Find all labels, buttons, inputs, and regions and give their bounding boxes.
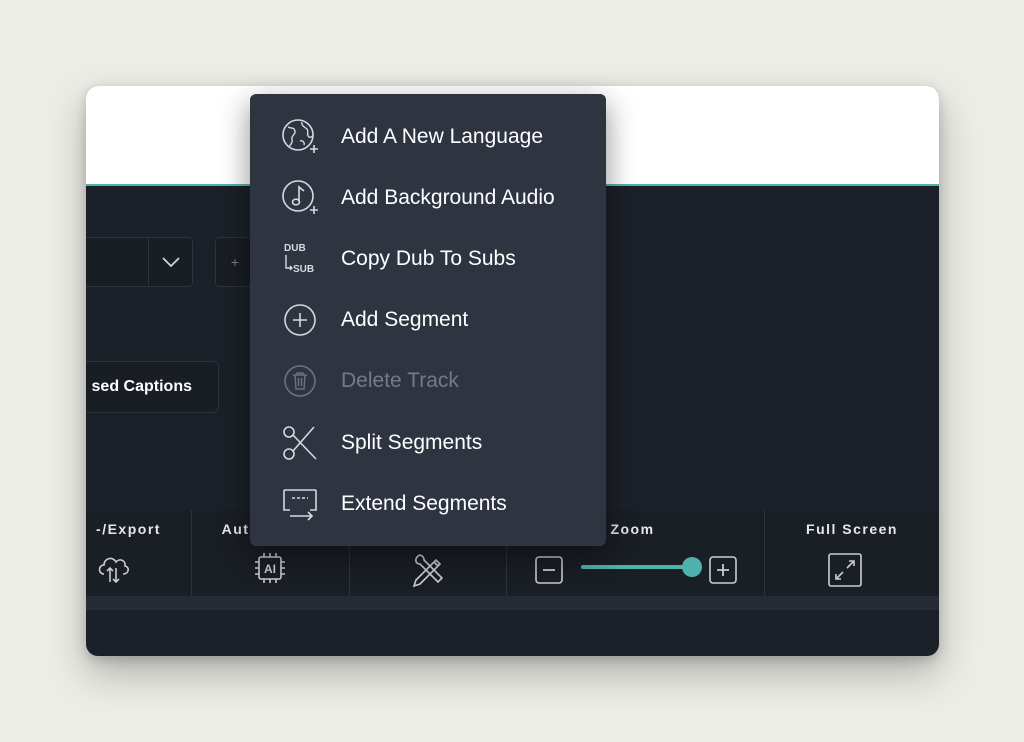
extend-segments-icon xyxy=(280,484,320,524)
zoom-out-icon[interactable] xyxy=(535,556,563,589)
closed-captions-label: sed Captions xyxy=(91,378,192,395)
pencil-wrench-icon xyxy=(410,550,448,593)
zoom-slider-handle[interactable] xyxy=(682,557,702,577)
music-note-plus-icon xyxy=(280,178,320,218)
sub-icon-text: SUB xyxy=(293,264,314,275)
menu-item-copy-dub-to-subs[interactable]: DUB SUB Copy Dub To Subs xyxy=(250,228,606,289)
language-dropdown[interactable] xyxy=(86,237,193,287)
dub-icon-text: DUB xyxy=(284,243,306,254)
chevron-down-icon[interactable] xyxy=(148,238,193,286)
menu-item-delete-track: Delete Track xyxy=(250,350,606,411)
menu-item-add-segment[interactable]: Add Segment xyxy=(250,289,606,350)
menu-item-split-segments[interactable]: Split Segments xyxy=(250,412,606,473)
zoom-in-icon[interactable] xyxy=(709,556,737,589)
globe-plus-icon xyxy=(280,117,320,157)
menu-label: Add Background Audio xyxy=(341,186,555,209)
ai-chip-text: AI xyxy=(264,562,276,576)
menu-label: Delete Track xyxy=(341,369,459,392)
menu-item-extend-segments[interactable]: Extend Segments xyxy=(250,473,606,534)
trash-icon xyxy=(280,361,320,401)
menu-item-add-new-language[interactable]: Add A New Language xyxy=(250,106,606,167)
menu-label: Add A New Language xyxy=(341,125,544,148)
menu-label: Copy Dub To Subs xyxy=(341,247,516,270)
scissors-icon xyxy=(280,423,320,463)
zoom-slider-track[interactable] xyxy=(581,565,692,569)
menu-label: Extend Segments xyxy=(341,492,507,515)
menu-item-add-background-audio[interactable]: Add Background Audio xyxy=(250,167,606,228)
add-track-plus-label: + xyxy=(230,254,240,270)
cloud-transfer-icon xyxy=(95,550,131,591)
plus-circle-icon xyxy=(280,300,320,340)
closed-captions-button[interactable]: sed Captions xyxy=(86,361,219,413)
menu-label: Add Segment xyxy=(341,308,469,331)
ai-chip-icon: AI xyxy=(252,550,288,591)
menu-label: Split Segments xyxy=(341,431,483,454)
full-screen-label: Full Screen xyxy=(806,521,898,537)
timeline-strip xyxy=(86,596,939,610)
expand-icon xyxy=(827,552,863,593)
context-menu: Add A New Language Add Background Audio … xyxy=(250,94,606,546)
full-screen-tool[interactable]: Full Screen xyxy=(765,510,939,596)
dub-to-sub-icon: DUB SUB xyxy=(280,239,320,279)
